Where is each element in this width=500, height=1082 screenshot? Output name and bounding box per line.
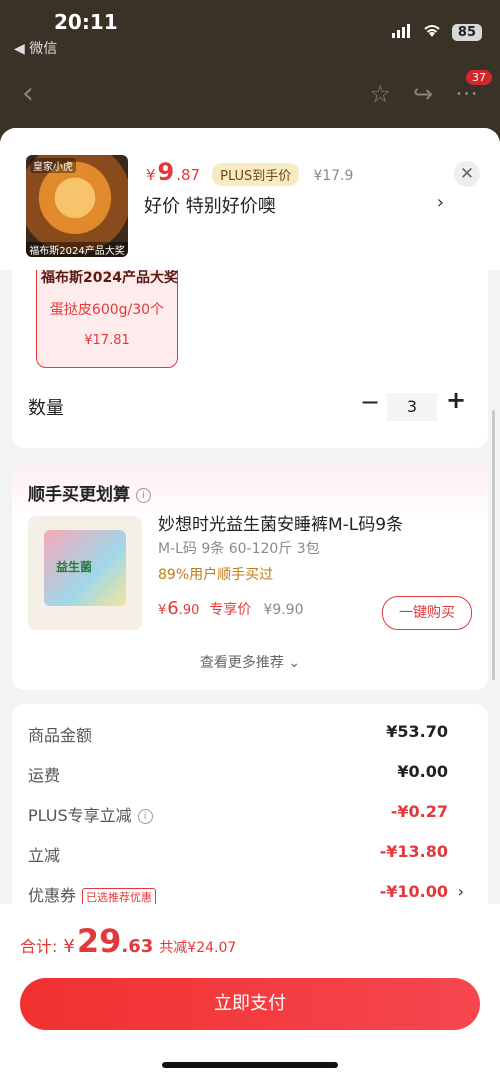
back-chevron-icon[interactable]: ‹ (22, 76, 34, 111)
plus-price-tag: PLUS到手价 (212, 163, 300, 186)
total-saved-text: 共减¥24.07 (159, 940, 237, 956)
see-more-recommendations-link[interactable]: 查看更多推荐 ⌄ (12, 652, 488, 672)
thumb-award-text: 福布斯2024产品大奖 (26, 242, 128, 257)
total-row: 合计: ¥ 29 .63 共减¥24.07 (20, 922, 236, 960)
signal-icon (391, 23, 412, 42)
product-thumbnail: 皇家小虎 福布斯2024产品大奖 (26, 155, 128, 257)
info-icon[interactable]: i (136, 487, 151, 503)
rec-price-integer: 6 (167, 598, 179, 619)
spec-price: ¥17.81 (84, 333, 130, 348)
recommended-product-image[interactable]: 益生菌 (28, 516, 142, 630)
chevron-right-icon[interactable]: › (458, 882, 464, 901)
status-icons: 85 (391, 22, 482, 42)
quantity-decrease-button[interactable]: − (360, 388, 380, 416)
amount-breakdown-card: 商品金额 ¥53.70 运费 ¥0.00 PLUS专享立减 i -¥0.27 立减… (12, 704, 488, 924)
price-integer: 9 (157, 158, 175, 186)
amount-label: PLUS专享立减 i (28, 802, 153, 826)
amount-label: 优惠券 已选推荐优惠 (28, 882, 157, 906)
favorite-star-icon[interactable]: ☆ (369, 80, 391, 108)
amount-value: -¥0.27 (390, 802, 448, 821)
rec-original-price: ¥9.90 (263, 602, 304, 618)
recommended-product-spec: M-L码 9条 60-120斤 3包 (158, 541, 320, 557)
wifi-icon (422, 22, 442, 42)
amount-value: -¥10.00 (379, 882, 448, 901)
coupon-recommended-tag: 已选推荐优惠 (82, 887, 157, 906)
back-to-wechat-link[interactable]: ◀ 微信 (14, 38, 57, 58)
product-summary-header: 皇家小虎 福布斯2024产品大奖 ¥ 9 .87 PLUS到手价 ¥17.9 ✕… (0, 128, 500, 270)
status-bar: 20:11 ◀ 微信 85 (0, 0, 500, 70)
amount-row-instant-discount: 立减 -¥13.80 (28, 842, 448, 872)
coupon-label: 优惠券 (28, 886, 77, 905)
amount-row-subtotal: 商品金额 ¥53.70 (28, 722, 448, 752)
chevron-right-icon[interactable]: › (437, 192, 444, 213)
spec-name: 蛋挞皮600g/30个 (49, 302, 165, 318)
rec-price-decimal: .90 (178, 603, 200, 618)
recommended-product-name[interactable]: 妙想时光益生菌安睡裤M-L码9条 (158, 510, 403, 535)
recommended-price-row: ¥ 6 .90 专享价 ¥9.90 (158, 598, 304, 619)
status-time: 20:11 (54, 10, 118, 34)
spec-quantity-card: 福布斯2024产品大奖 蛋挞皮600g/30个 ¥17.81 数量 − 3 + (12, 248, 488, 448)
quantity-input[interactable]: 3 (387, 393, 437, 421)
plus-discount-label: PLUS专享立减 (28, 806, 132, 825)
recommendation-title: 顺手买更划算 i (28, 480, 151, 505)
thumb-brand-text: 皇家小虎 (30, 158, 76, 173)
amount-row-plus-discount: PLUS专享立减 i -¥0.27 (28, 802, 448, 832)
share-icon[interactable]: ↪ (413, 80, 433, 108)
total-integer: 29 (76, 922, 122, 960)
checkout-bottom-bar: 合计: ¥ 29 .63 共减¥24.07 立即支付 (0, 904, 500, 1082)
scrollbar-thumb[interactable] (492, 410, 495, 680)
price-row: ¥ 9 .87 PLUS到手价 ¥17.9 (146, 158, 353, 186)
total-symbol: ¥ (63, 936, 75, 957)
rec-price-symbol: ¥ (158, 603, 167, 618)
info-icon[interactable]: i (137, 809, 153, 824)
checkout-sheet: 福布斯2024产品大奖 蛋挞皮600g/30个 ¥17.81 数量 − 3 + … (0, 128, 500, 1082)
message-badge: 37 (466, 70, 492, 85)
total-decimal: .63 (121, 936, 154, 957)
quantity-label: 数量 (28, 398, 64, 419)
amount-label: 商品金额 (28, 726, 93, 745)
promo-subtitle[interactable]: 好价 特别好价噢 (144, 192, 276, 218)
product-nav-bar: ‹ ☆ ↪ ··· 37 (0, 70, 500, 120)
recommendation-card: 顺手买更划算 i 益生菌 妙想时光益生菌安睡裤M-L码9条 M-L码 9条 60-… (12, 462, 488, 690)
spec-award-text: 福布斯2024产品大奖 (41, 270, 178, 286)
original-price: ¥17.9 (313, 168, 354, 184)
battery-indicator: 85 (451, 23, 482, 41)
close-icon[interactable]: ✕ (454, 161, 480, 187)
price-symbol: ¥ (146, 166, 156, 184)
amount-row-shipping: 运费 ¥0.00 (28, 762, 448, 792)
pay-now-button[interactable]: 立即支付 (20, 978, 480, 1030)
one-click-buy-button[interactable]: 一键购买 (382, 596, 472, 630)
home-indicator[interactable] (162, 1062, 338, 1068)
amount-value: ¥0.00 (397, 762, 448, 781)
package-label: 益生菌 (56, 560, 93, 574)
recommendation-title-text: 顺手买更划算 (28, 485, 130, 505)
recommended-users-text: 89%用户顺手买过 (158, 567, 274, 583)
amount-label: 立减 (28, 846, 61, 865)
rec-price-tag: 专享价 (209, 602, 252, 618)
quantity-increase-button[interactable]: + (446, 386, 466, 414)
total-label: 合计: (20, 937, 58, 956)
amount-value: -¥13.80 (379, 842, 448, 861)
amount-value: ¥53.70 (386, 722, 448, 741)
price-decimal: .87 (176, 166, 201, 184)
amount-label: 运费 (28, 766, 61, 785)
